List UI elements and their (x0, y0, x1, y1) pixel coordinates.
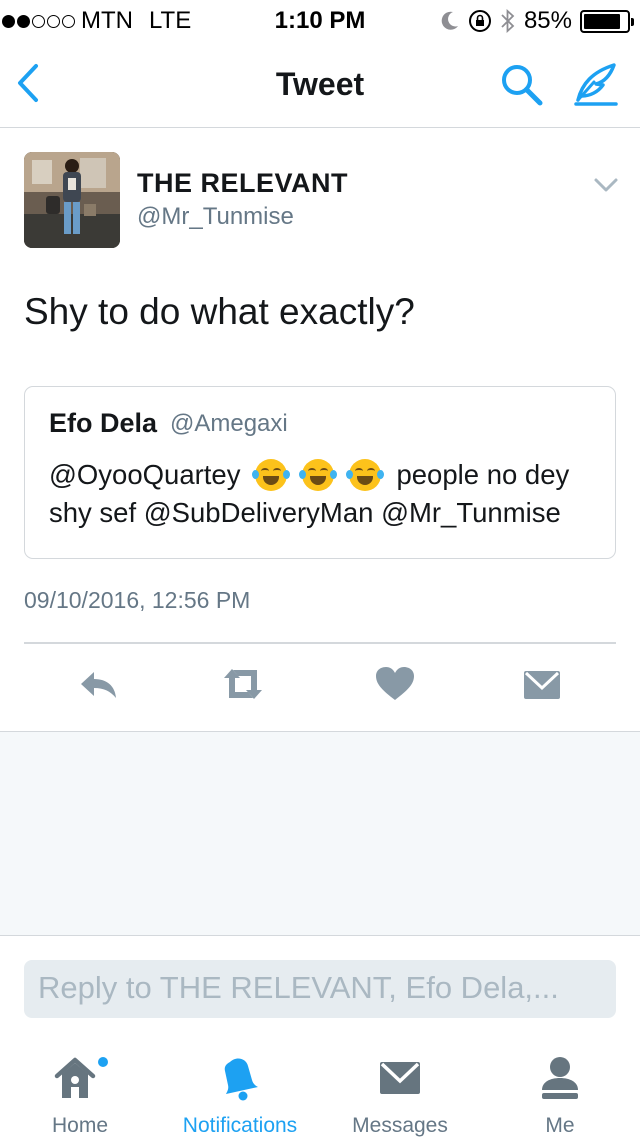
tab-label: Messages (352, 1114, 448, 1137)
face-with-tears-of-joy-icon (299, 459, 338, 491)
tab-home[interactable]: Home (0, 1050, 160, 1137)
home-icon (54, 1057, 108, 1098)
status-right: 85% (440, 7, 634, 35)
tab-me[interactable]: Me (480, 1050, 640, 1137)
quoted-tweet[interactable]: Efo Dela @Amegaxi @OyooQuartey people no… (24, 386, 616, 559)
face-with-tears-of-joy-icon (252, 459, 291, 491)
battery-percent: 85% (523, 7, 572, 34)
tab-label: Me (545, 1114, 575, 1137)
quoted-author-name: Efo Dela (49, 408, 158, 438)
author-name[interactable]: THE RELEVANT (137, 168, 348, 199)
quoted-text-continued: people no dey (396, 459, 570, 490)
envelope-icon (380, 1062, 420, 1094)
like-icon[interactable] (372, 664, 418, 704)
direct-message-icon[interactable] (520, 664, 566, 704)
search-icon[interactable] (498, 62, 546, 108)
tab-notifications[interactable]: Notifications (160, 1050, 320, 1137)
person-icon (542, 1057, 578, 1099)
tab-bar: Home Notifications Messages Me (0, 1040, 640, 1137)
tweet-text: Shy to do what exactly? (24, 291, 415, 332)
divider (24, 642, 616, 644)
bluetooth-icon (501, 8, 515, 34)
mention-link[interactable]: @OyooQuartey (49, 459, 240, 491)
quoted-text-line-1: @OyooQuartey people no dey (49, 459, 569, 491)
reply-icon[interactable] (76, 664, 122, 704)
quoted-text-line-2: shy sef @SubDeliveryMan @Mr_Tunmise (49, 497, 561, 528)
avatar[interactable] (24, 152, 120, 248)
quoted-author-handle: @Amegaxi (170, 410, 288, 437)
tab-messages[interactable]: Messages (320, 1050, 480, 1137)
battery-icon (580, 9, 634, 33)
author-handle[interactable]: @Mr_Tunmise (137, 203, 294, 231)
reply-input[interactable]: Reply to THE RELEVANT, Efo Dela,... (24, 960, 616, 1018)
tab-label: Home (51, 1114, 109, 1137)
replies-area (0, 731, 640, 936)
rotation-lock-icon (468, 10, 491, 32)
tab-label: Notifications (182, 1114, 298, 1137)
retweet-icon[interactable] (220, 664, 266, 704)
compose-icon[interactable] (570, 60, 622, 110)
status-bar: MTN LTE 1:10 PM 85% (0, 0, 640, 40)
tweet-timestamp: 09/10/2016, 12:56 PM (24, 587, 251, 613)
do-not-disturb-icon (441, 11, 458, 30)
navigation-bar: Tweet (0, 40, 640, 128)
face-with-tears-of-joy-icon (346, 459, 385, 491)
notification-dot (98, 1057, 108, 1067)
chevron-down-icon[interactable] (592, 174, 620, 196)
bell-icon (224, 1058, 258, 1101)
